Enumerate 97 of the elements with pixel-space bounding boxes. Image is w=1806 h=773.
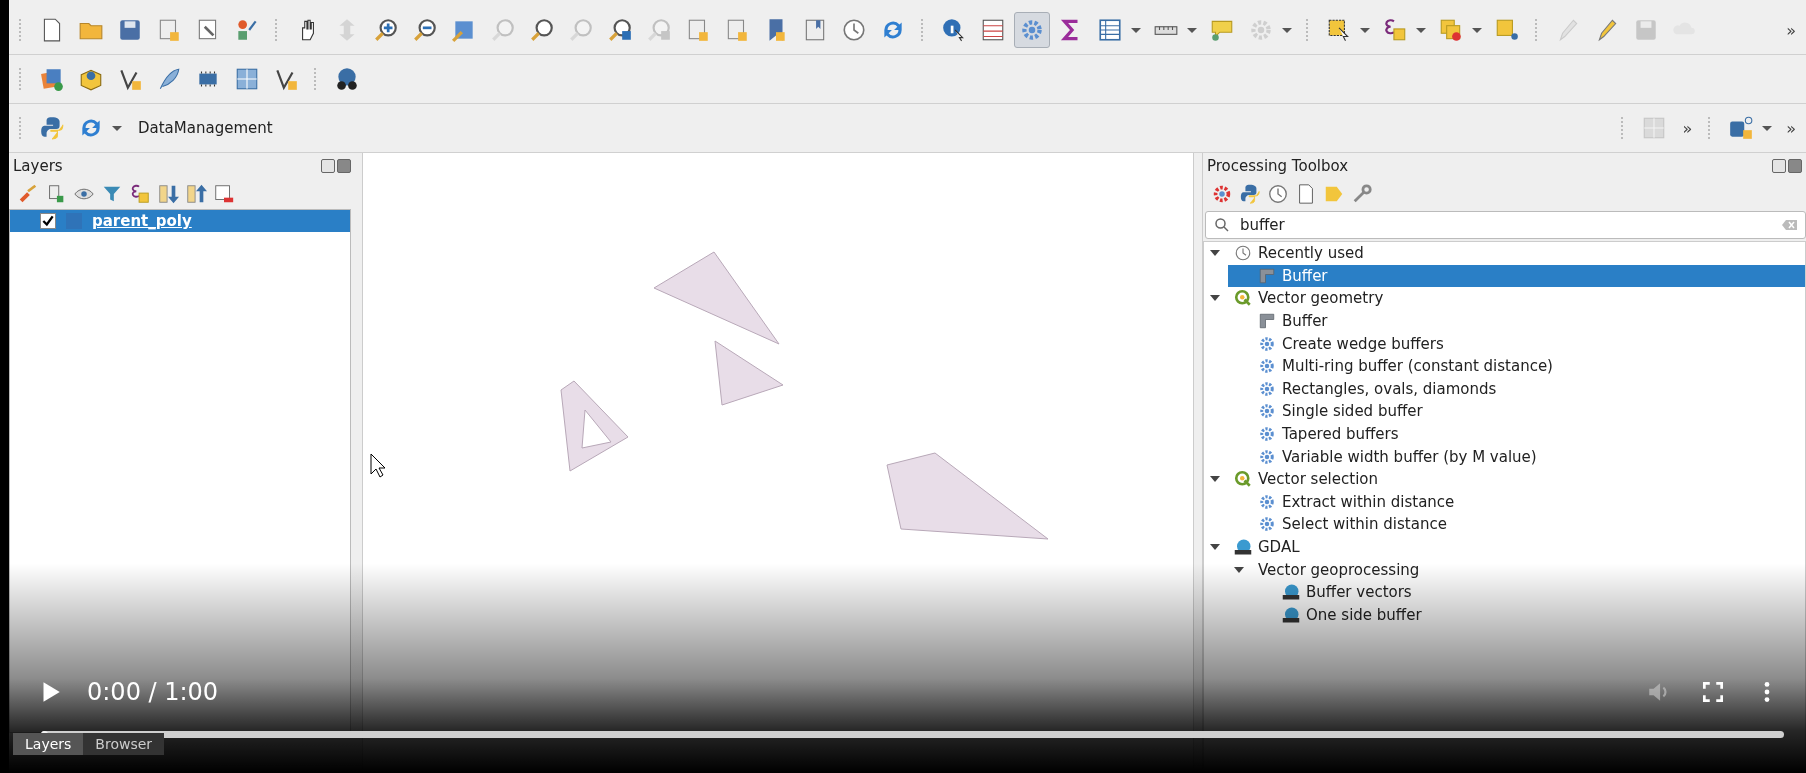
caret-icon[interactable]: [1187, 27, 1197, 33]
float-icon[interactable]: [321, 159, 335, 173]
tree-item[interactable]: Extract within distance: [1228, 490, 1805, 514]
toolbar-label: DataManagement: [138, 119, 273, 137]
python-icon: [1239, 183, 1261, 205]
tree-item[interactable]: Single sided buffer: [1228, 400, 1805, 423]
tree-item[interactable]: Buffer vectors: [1252, 580, 1805, 604]
tree-item[interactable]: Select within distance: [1228, 513, 1805, 536]
gear-icon: [1258, 334, 1276, 353]
q-icon: [1234, 470, 1252, 489]
tree-item[interactable]: GDAL: [1204, 535, 1805, 559]
label-tool-icon: [1728, 115, 1755, 141]
mouse-pointer-icon: [370, 453, 386, 478]
globe-icon: [334, 66, 360, 92]
tree-item[interactable]: Recently used: [1204, 242, 1805, 265]
squares-icon: [1438, 17, 1464, 43]
panel-tool-button[interactable]: [185, 183, 207, 205]
magnifier-icon: [529, 17, 555, 43]
table-icon: [1097, 17, 1123, 43]
caret-icon[interactable]: [1472, 27, 1482, 33]
search-field[interactable]: buffer: [1205, 211, 1806, 239]
expand-arrow-icon[interactable]: [1210, 544, 1220, 550]
gear-icon: [1258, 357, 1276, 376]
overflow-button[interactable]: »: [1780, 20, 1802, 40]
panel-tool-button[interactable]: [1211, 183, 1233, 205]
tree-item[interactable]: One side buffer: [1252, 603, 1805, 627]
float-icon[interactable]: [1772, 159, 1786, 173]
panel-tool-button[interactable]: [1239, 183, 1261, 205]
gear-icon: [1258, 492, 1276, 511]
panel-tool-button[interactable]: [213, 183, 235, 205]
expand-arrow-icon[interactable]: [1234, 566, 1244, 573]
gear-icon: [1258, 402, 1276, 421]
magnifier-back-icon: [607, 17, 633, 43]
tree-item[interactable]: Vector selection: [1204, 467, 1805, 491]
tab[interactable]: Browser: [83, 733, 165, 755]
panel-tool-button[interactable]: [17, 183, 39, 205]
gear-icon: [1258, 515, 1276, 534]
progress-bar[interactable]: [41, 731, 1784, 738]
clock-icon: [1267, 183, 1289, 205]
expand-arrow-icon[interactable]: [1210, 250, 1220, 257]
magnifier-icon: [490, 17, 516, 43]
arrow-up-icon: [185, 183, 207, 205]
info-icon: [941, 17, 967, 43]
epsilon-icon: [1382, 17, 1408, 43]
square-pin-icon: [1494, 17, 1520, 43]
gear-icon: [1258, 447, 1276, 466]
caret-icon[interactable]: [1416, 27, 1426, 33]
zoom-out-icon: [412, 17, 438, 43]
panel-tool-button[interactable]: [129, 183, 151, 205]
magnifier-back-icon: [646, 17, 672, 43]
gear-icon: [1019, 17, 1045, 43]
expand-arrow-icon[interactable]: [1210, 295, 1220, 302]
magnifier-icon: [568, 17, 594, 43]
tree-item[interactable]: Create wedge buffers: [1228, 332, 1805, 355]
brush-icon: [17, 183, 39, 205]
arrow-down-icon: [157, 183, 179, 205]
caret-icon[interactable]: [1131, 27, 1141, 33]
tree-item[interactable]: Rectangles, ovals, diamonds: [1228, 377, 1805, 401]
layer-item[interactable]: parent_poly: [10, 210, 350, 232]
tree-item[interactable]: Buffer: [1228, 309, 1805, 333]
square-minus-icon: [213, 183, 235, 205]
overflow-button[interactable]: »: [1676, 118, 1699, 138]
zoom-in-icon: [373, 17, 399, 43]
wrench-icon: [1351, 183, 1373, 205]
panel-title: Layers: [13, 157, 64, 175]
caret-icon[interactable]: [1762, 125, 1773, 131]
epsilon-icon: [129, 183, 151, 205]
panel-title: Processing Toolbox: [1207, 157, 1350, 175]
clock-icon: [1234, 244, 1252, 263]
gears-icon: [1211, 183, 1233, 205]
fullscreen-icon[interactable]: [1700, 679, 1726, 705]
grid-icon: [234, 66, 260, 92]
caret-icon[interactable]: [1360, 27, 1370, 33]
tree-item[interactable]: Variable width buffer (by M value): [1228, 445, 1805, 468]
tree-item[interactable]: Tapered buffers: [1228, 422, 1805, 446]
python-icon: [39, 115, 65, 141]
abacus-icon: [980, 17, 1006, 43]
tree-item[interactable]: Multi-ring buffer (constant distance): [1228, 354, 1805, 378]
gear-icon: [1258, 425, 1276, 444]
q-icon: [1234, 289, 1252, 308]
clock-icon: [841, 17, 867, 43]
buffer-icon: [1258, 312, 1276, 331]
overflow-button[interactable]: »: [1780, 118, 1802, 138]
select-icon: [1326, 17, 1352, 43]
checkbox[interactable]: [40, 213, 56, 229]
gear-icon: [1248, 17, 1274, 43]
layers-icon: [39, 66, 65, 92]
tree-item[interactable]: Buffer: [1228, 264, 1805, 288]
buffer-icon: [1258, 266, 1276, 285]
expand-arrow-icon[interactable]: [1210, 476, 1220, 483]
caret-icon[interactable]: [112, 125, 122, 131]
tree-item[interactable]: Vector geometry: [1204, 287, 1805, 310]
video-time: 0:00 / 1:00: [87, 678, 219, 706]
panel-tool-button[interactable]: [1267, 183, 1289, 205]
gear-icon: [1258, 379, 1276, 398]
tree-item[interactable]: Vector geoprocessing: [1228, 558, 1805, 581]
panel-tool-button[interactable]: [157, 183, 179, 205]
